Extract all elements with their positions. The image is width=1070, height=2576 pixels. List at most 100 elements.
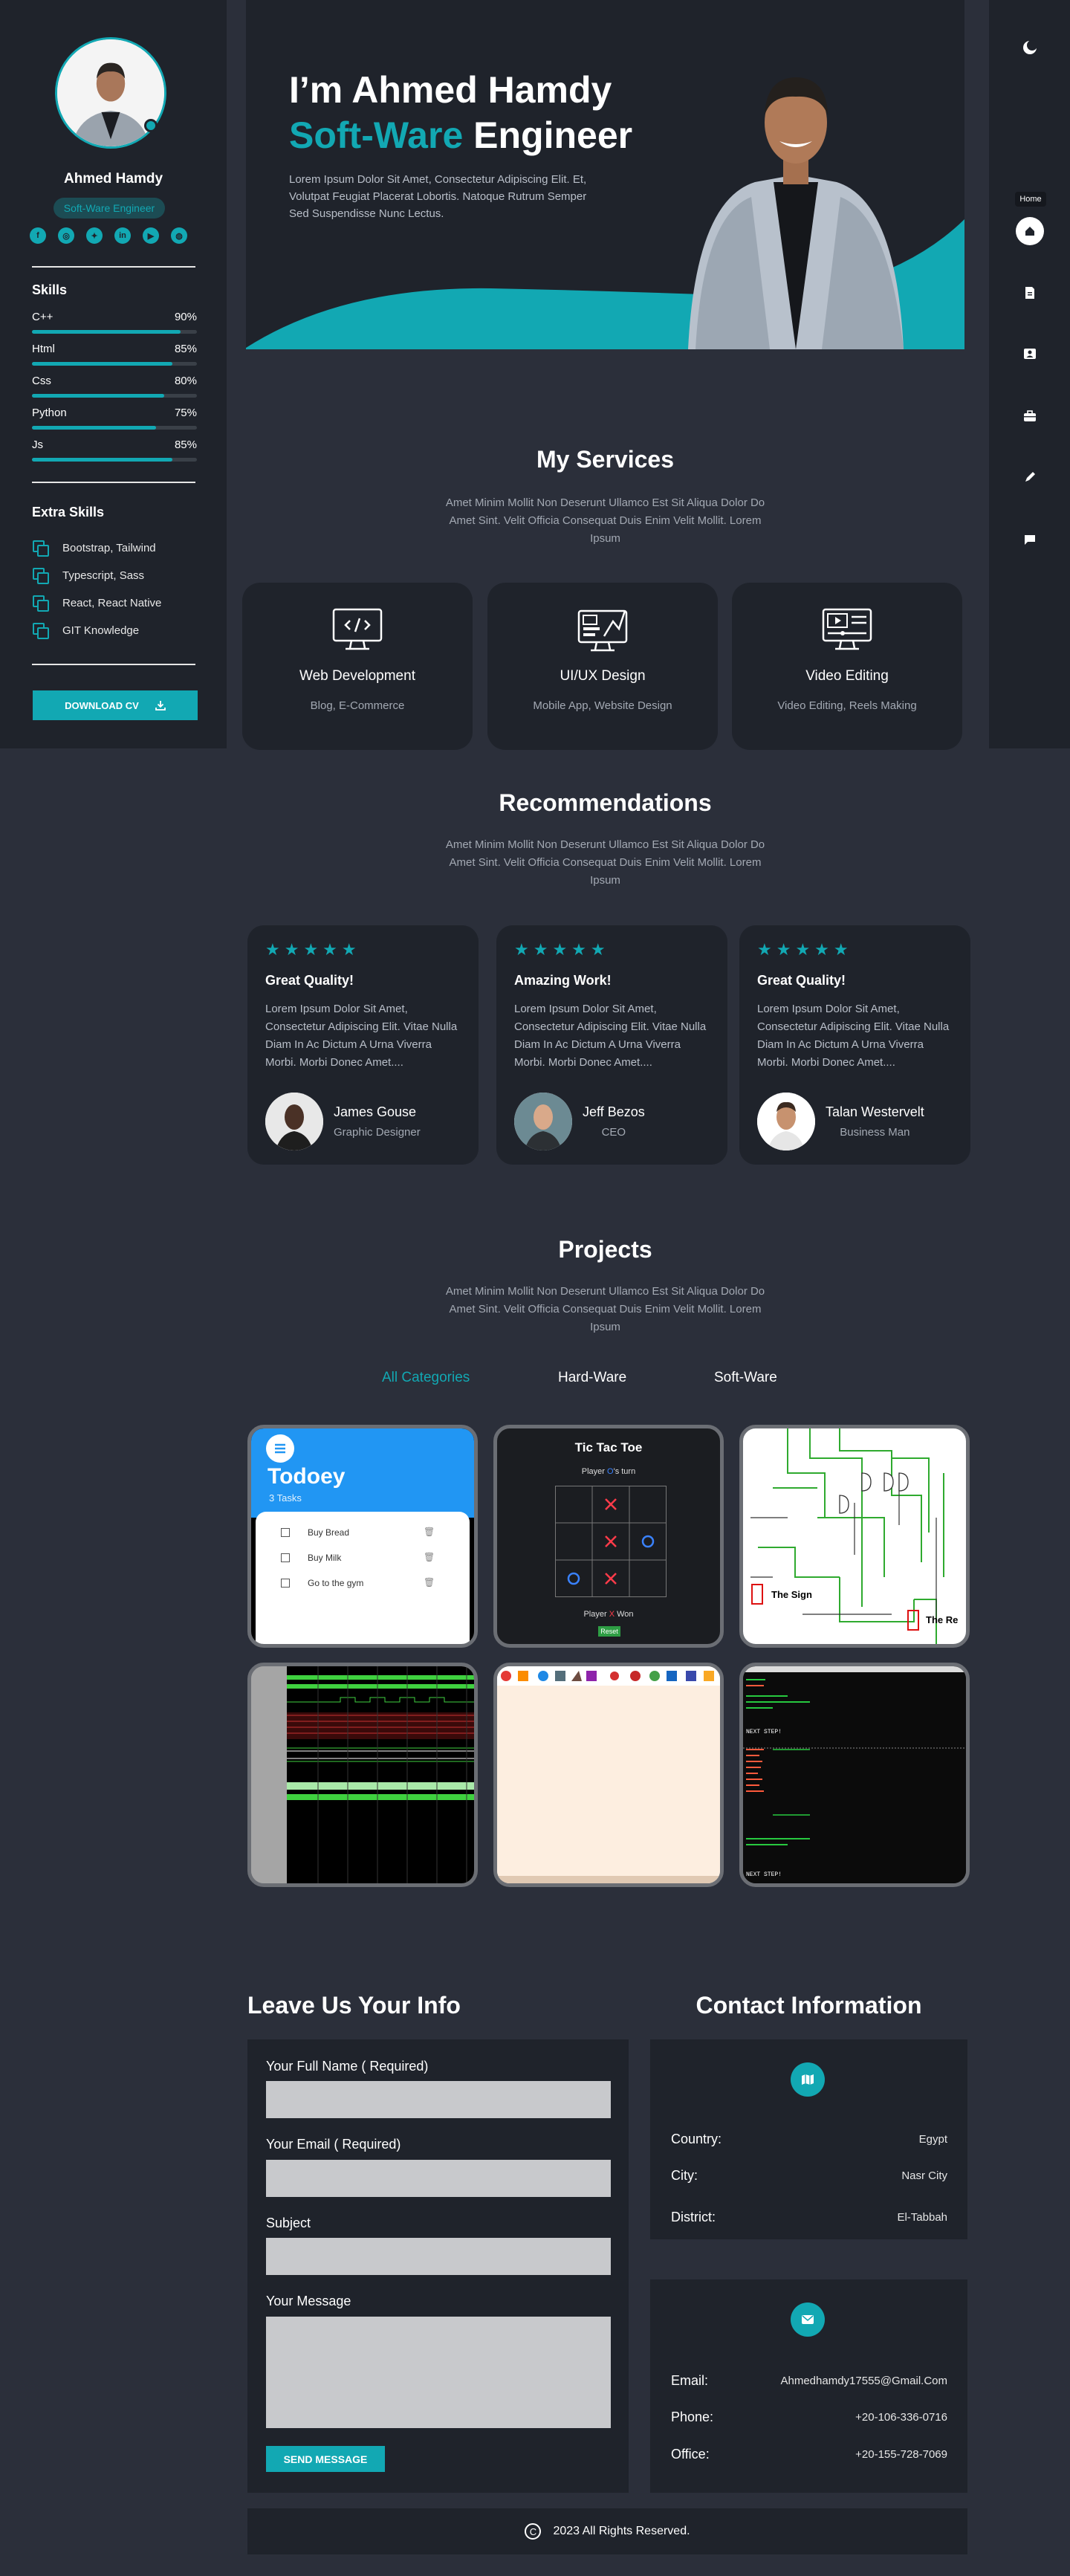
service-title: UI/UX Design — [560, 668, 646, 684]
message-label: Your Message — [266, 2294, 351, 2308]
skill-bar-fill — [32, 426, 156, 430]
profile-role-badge: Soft-Ware Engineer — [54, 198, 165, 219]
info-key: City: — [671, 2168, 698, 2183]
resume-icon[interactable] — [1016, 279, 1043, 306]
project-terminal-program[interactable]: NEXT STEP! NEXT STEP! — [739, 1663, 970, 1887]
subject-input[interactable] — [266, 2238, 611, 2275]
reviewer-avatar — [514, 1093, 572, 1151]
skill-level: 90% — [174, 311, 197, 323]
info-value[interactable]: +20-155-728-7069 — [855, 2448, 947, 2461]
services-description: Amet Minim Mollit Non Deserunt Ullamco E… — [445, 496, 765, 545]
youtube-icon[interactable]: ▶ — [143, 227, 159, 244]
circuit-label-re: The Re — [926, 1614, 959, 1625]
contact-info-title: Contact Information — [696, 1992, 922, 2019]
recommendation-title: Great Quality! — [757, 973, 846, 988]
project-waveform-simulation[interactable] — [247, 1663, 478, 1887]
side-navigation — [989, 0, 1070, 748]
twitter-icon[interactable]: ✦ — [86, 227, 103, 244]
skill-name: Python — [32, 407, 67, 419]
code-monitor-icon — [332, 608, 383, 650]
tictactoe-board[interactable] — [555, 1486, 667, 1597]
footer: C 2023 All Rights Reserved. — [247, 2508, 967, 2554]
skill-cpp: C++ 90% — [32, 311, 197, 334]
circuit-schematic — [750, 1428, 944, 1644]
recommendation-text: Lorem Ipsum Dolor Sit Amet, Consectetur … — [265, 1003, 458, 1069]
task-checkbox[interactable] — [281, 1553, 290, 1562]
home-icon[interactable] — [1016, 217, 1044, 245]
chat-icon[interactable] — [1016, 526, 1043, 553]
service-card-video-editing[interactable]: Video Editing Video Editing, Reels Makin… — [732, 583, 962, 750]
circuit-label-sign: The Sign — [771, 1589, 812, 1600]
reset-button[interactable]: Reset — [598, 1626, 620, 1637]
layers-icon — [32, 595, 49, 612]
facebook-icon[interactable]: f — [30, 227, 46, 244]
info-row-office: Office: +20-155-728-7069 — [671, 2447, 947, 2462]
service-card-web-development[interactable]: Web Development Blog, E-Commerce — [242, 583, 473, 750]
email-input[interactable] — [266, 2160, 611, 2197]
info-value[interactable]: Ahmedhamdy17555@Gmail.Com — [781, 2375, 948, 2387]
copyright-icon: C — [525, 2523, 542, 2540]
reviewer-avatar — [757, 1093, 815, 1151]
full-name-input[interactable] — [266, 2081, 611, 2118]
reviewer-info: James Gouse Graphic Designer — [334, 1104, 421, 1139]
task-checkbox[interactable] — [281, 1528, 290, 1537]
todoey-task-count: 3 Tasks — [269, 1492, 302, 1504]
divider — [32, 266, 195, 268]
briefcase-icon[interactable] — [1016, 403, 1043, 430]
task-checkbox[interactable] — [281, 1579, 290, 1588]
reviewer-info: Talan Westervelt Business Man — [826, 1104, 924, 1139]
linkedin-icon[interactable]: in — [114, 227, 131, 244]
filter-software[interactable]: Soft-Ware — [714, 1370, 777, 1386]
extra-skill-item: Bootstrap, Tailwind — [32, 540, 156, 557]
service-title: Video Editing — [805, 668, 889, 684]
dribbble-icon[interactable]: ◍ — [171, 227, 187, 244]
send-message-button[interactable]: SEND MESSAGE — [266, 2446, 385, 2472]
project-tic-tac-toe[interactable]: Tic Tac Toe Player O's turn Player X Won… — [493, 1425, 724, 1648]
project-desktop-app[interactable] — [493, 1663, 724, 1887]
extra-skill-item: React, React Native — [32, 595, 162, 612]
skill-bar — [32, 362, 197, 366]
trash-icon[interactable]: 🗑 — [424, 1552, 435, 1562]
instagram-icon[interactable]: ◎ — [58, 227, 74, 244]
skill-name: Css — [32, 375, 51, 387]
extra-skill-label: Typescript, Sass — [62, 569, 145, 582]
tictactoe-result: Player X Won — [497, 1610, 720, 1619]
skill-level: 80% — [174, 375, 197, 387]
service-card-ui-ux-design[interactable]: UI/UX Design Mobile App, Website Design — [487, 583, 718, 750]
reviewer-avatar — [265, 1093, 323, 1151]
filter-hardware[interactable]: Hard-Ware — [558, 1370, 626, 1386]
filter-all-categories[interactable]: All Categories — [382, 1370, 470, 1386]
reviewer-position: Graphic Designer — [334, 1126, 421, 1139]
pen-icon[interactable] — [1016, 464, 1043, 491]
recommendation-card: ★★★★★ Great Quality! Lorem Ipsum Dolor S… — [739, 925, 970, 1165]
hero-subtitle-rest: Engineer — [463, 114, 633, 156]
skill-bar — [32, 458, 197, 462]
info-key: Country: — [671, 2132, 722, 2146]
contact-card-icon[interactable] — [1016, 340, 1043, 367]
recommendation-card: ★★★★★ Great Quality! Lorem Ipsum Dolor S… — [247, 925, 479, 1165]
layers-icon — [32, 567, 49, 584]
task-label: Buy Bread — [308, 1527, 350, 1538]
project-todoey[interactable]: Todoey 3 Tasks Buy Bread 🗑 Buy Milk 🗑 Go… — [247, 1425, 478, 1648]
info-value[interactable]: +20-106-336-0716 — [855, 2411, 947, 2424]
skill-level: 85% — [174, 438, 197, 451]
service-title: Web Development — [299, 668, 415, 684]
trash-icon[interactable]: 🗑 — [424, 1577, 435, 1588]
layers-icon — [32, 540, 49, 557]
download-cv-button[interactable]: DOWNLOAD CV — [33, 690, 198, 720]
skill-bar — [32, 394, 197, 398]
moon-icon[interactable] — [1016, 34, 1043, 61]
trash-icon[interactable]: 🗑 — [424, 1527, 435, 1537]
list-icon — [266, 1434, 294, 1463]
social-links: f ◎ ✦ in ▶ ◍ — [30, 227, 187, 244]
project-circuit-design[interactable]: The Sign The Re — [739, 1425, 970, 1648]
skill-css: Css 80% — [32, 375, 197, 398]
address-info-card: Country: Egypt City: Nasr City District: El… — [650, 2039, 967, 2239]
extra-skill-label: React, React Native — [62, 596, 162, 609]
app-screenshot — [497, 1666, 720, 1883]
video-monitor-icon — [822, 608, 872, 650]
info-row-email: Email: Ahmedhamdy17555@Gmail.Com — [671, 2373, 947, 2389]
message-textarea[interactable] — [266, 2317, 611, 2428]
extra-skill-item: Typescript, Sass — [32, 567, 145, 584]
info-key: Email: — [671, 2373, 709, 2388]
